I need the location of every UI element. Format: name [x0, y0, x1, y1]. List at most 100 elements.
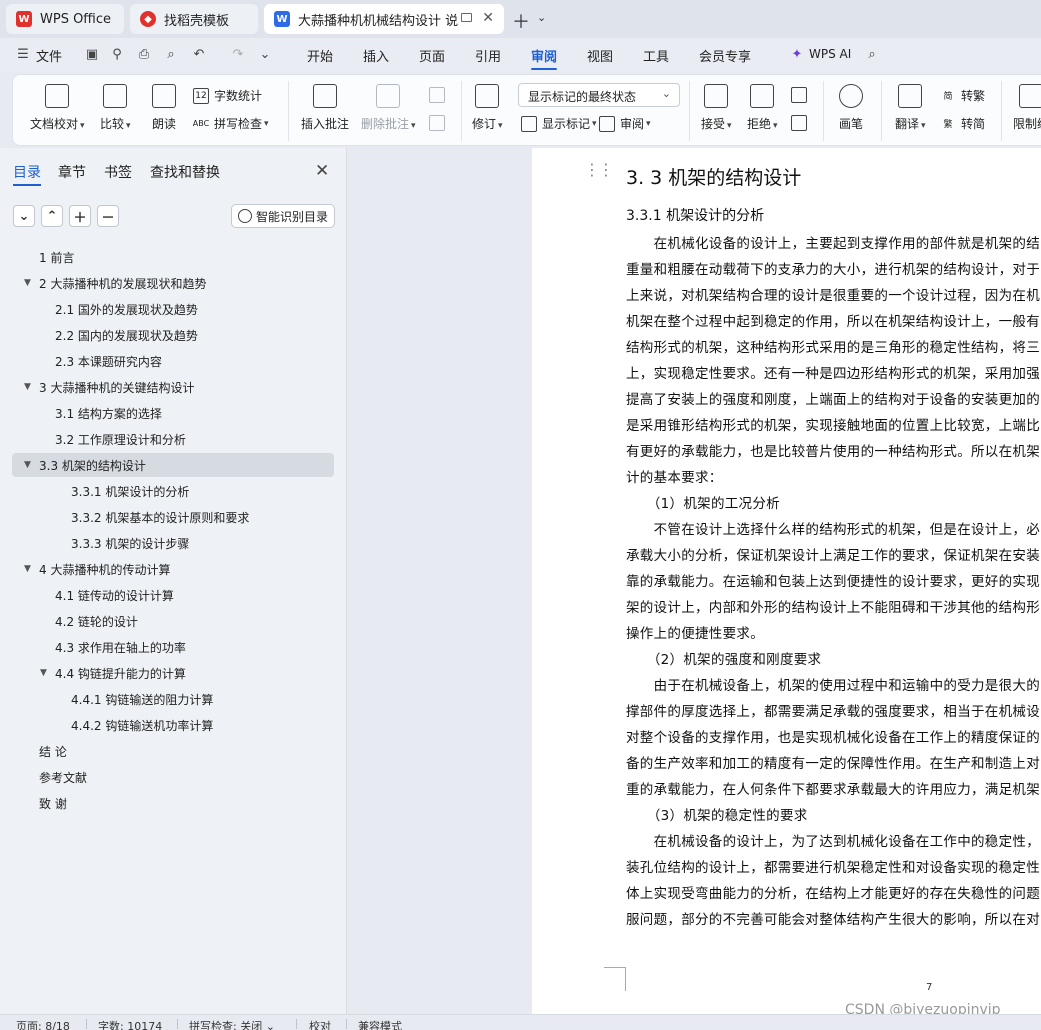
paragraph-line: 重的承载能力，在人何条件下都要求承载最大的许用应力，满足机架 — [626, 782, 1040, 798]
menu-insert[interactable]: 插入 — [363, 46, 389, 65]
nav-tab-find-replace[interactable]: 查找和替换 — [150, 162, 220, 182]
toc-item[interactable]: 4.2 链轮的设计 — [12, 609, 334, 633]
search-icon[interactable]: ⌕ — [864, 46, 880, 62]
review-pane-button[interactable]: 审阅 ▾ — [599, 115, 651, 132]
print-preview-icon[interactable]: ⌕ — [163, 46, 179, 62]
toc-item[interactable]: 3.1 结构方案的选择 — [12, 401, 334, 425]
toc-item[interactable]: 4.4.2 钩链输送机功率计算 — [12, 713, 334, 737]
close-pane-icon[interactable]: ✕ — [315, 161, 329, 181]
revise-button[interactable]: 修订 ▾ — [472, 84, 503, 132]
status-spell-check[interactable]: 拼写检查: 关闭 ⌄ — [189, 1018, 275, 1030]
toc-item[interactable]: 4.3 求作用在轴上的功率 — [12, 635, 334, 659]
markup-state-select[interactable]: 显示标记的最终状态 ⌄ — [518, 83, 680, 107]
paragraph-line: 提高了安装上的强度和刚度，上端面上的结构对于设备的安装更加的 — [626, 392, 1040, 408]
chevron-down-icon[interactable]: ⌄ — [257, 46, 273, 62]
remove-heading-button[interactable]: － — [97, 205, 119, 227]
toc-item[interactable]: ▼ 3 大蒜播种机的关键结构设计 — [12, 375, 334, 399]
toc-item[interactable]: 参考文献 — [12, 765, 334, 789]
menu-page[interactable]: 页面 — [419, 46, 445, 65]
expand-toggle-icon[interactable]: ▼ — [24, 564, 31, 574]
add-heading-button[interactable]: ＋ — [69, 205, 91, 227]
nav-tab-toc[interactable]: 目录 — [13, 162, 41, 182]
insert-comment-button[interactable]: 插入批注 — [301, 84, 349, 132]
accept-button[interactable]: 接受 ▾ — [701, 84, 732, 132]
menu-reference[interactable]: 引用 — [475, 46, 501, 65]
paragraph-line: （1）机架的工况分析 — [626, 496, 780, 512]
doc-check-button[interactable]: 文档校对 ▾ — [30, 84, 85, 132]
menu-file[interactable]: 文件 — [36, 46, 62, 65]
paragraph-line: 上来说，对机架结构合理的设计是很重要的一个设计过程，因为在机 — [626, 288, 1040, 304]
collapse-down-button[interactable]: ⌄ — [13, 205, 35, 227]
next-change-button[interactable] — [791, 115, 812, 131]
expand-toggle-icon[interactable]: ▼ — [24, 460, 31, 470]
paragraph-line: 结构形式的机架，这种结构形式采用的是三角形的稳定性结构，将三 — [626, 340, 1040, 356]
status-word-count[interactable]: 字数: 10174 — [98, 1018, 162, 1030]
menu-view[interactable]: 视图 — [587, 46, 613, 65]
toc-item[interactable]: 3.2 工作原理设计和分析 — [12, 427, 334, 451]
toc-item[interactable]: 1 前言 — [12, 245, 334, 269]
nav-tab-bookmarks[interactable]: 书签 — [104, 162, 132, 182]
toc-item[interactable]: 2.1 国外的发展现状及趋势 — [12, 297, 334, 321]
toc-item[interactable]: 2.3 本课题研究内容 — [12, 349, 334, 373]
paragraph-line: 对整个设备的支撑作用，也是实现机械化设备在工作上的精度保证的 — [626, 730, 1040, 746]
undo-icon[interactable]: ↶ — [191, 46, 207, 62]
print-icon[interactable]: ⎙ — [136, 46, 152, 62]
ink-button[interactable]: 画笔 — [839, 84, 863, 132]
word-count-button[interactable]: 12 字数统计 — [193, 87, 262, 104]
toc-item[interactable]: 3.3.2 机架基本的设计原则和要求 — [12, 505, 334, 529]
toc-item[interactable]: ▼ 3.3 机架的结构设计 — [12, 453, 334, 477]
comment-delete-icon — [376, 84, 401, 108]
expand-toggle-icon[interactable]: ▼ — [40, 668, 47, 678]
menu-member[interactable]: 会员专享 — [699, 46, 751, 65]
toc-item[interactable]: 3.3.1 机架设计的分析 — [12, 479, 334, 503]
toc-item-label: 2.3 本课题研究内容 — [55, 354, 162, 369]
window-icon[interactable] — [461, 13, 472, 22]
smart-toc-button[interactable]: 智能识别目录 — [231, 204, 335, 228]
link-icon[interactable]: ⚲ — [109, 46, 125, 62]
toc-item[interactable]: 结 论 — [12, 739, 334, 763]
to-traditional-button[interactable]: 简 转繁 — [940, 87, 985, 104]
save-icon[interactable]: ▣ — [84, 46, 100, 62]
tab-document[interactable]: W 大蒜播种机机械结构设计 说明 ✕ — [264, 4, 504, 34]
drag-handle-icon[interactable]: ⋮⋮ — [584, 162, 614, 178]
chevron-down-icon[interactable]: ⌄ — [537, 11, 546, 24]
tab-docer[interactable]: ◆ 找稻壳模板 — [130, 4, 258, 34]
read-aloud-button[interactable]: 朗读 — [152, 84, 176, 132]
to-simplified-button[interactable]: 繁 转简 — [940, 115, 985, 132]
expand-up-button[interactable]: ⌃ — [41, 205, 63, 227]
previous-comment-button[interactable] — [429, 87, 450, 103]
restrict-editing-button[interactable]: 限制编 — [1013, 84, 1041, 132]
show-markup-button[interactable]: 显示标记 ▾ — [521, 115, 597, 132]
ribbon-divider — [288, 81, 289, 141]
expand-toggle-icon[interactable]: ▼ — [24, 382, 31, 392]
status-proof[interactable]: 校对 — [309, 1018, 331, 1030]
next-comment-button[interactable] — [429, 115, 450, 131]
toc-item[interactable]: 2.2 国内的发展现状及趋势 — [12, 323, 334, 347]
toc-item[interactable]: 4.4.1 钩链输送的阻力计算 — [12, 687, 334, 711]
toc-item[interactable]: ▼ 4.4 钩链提升能力的计算 — [12, 661, 334, 685]
previous-change-button[interactable] — [791, 87, 812, 103]
compare-button[interactable]: 比较 ▾ — [100, 84, 131, 132]
toc-item[interactable]: ▼ 2 大蒜播种机的发展现状和趋势 — [12, 271, 334, 295]
new-tab-icon[interactable]: ＋ — [512, 8, 530, 34]
hamburger-icon[interactable]: ☰ — [15, 46, 31, 62]
delete-comment-button[interactable]: 删除批注 ▾ — [361, 84, 416, 132]
status-page[interactable]: 页面: 8/18 — [16, 1018, 70, 1030]
translate-button[interactable]: 翻译 ▾ — [895, 84, 926, 132]
menu-tools[interactable]: 工具 — [643, 46, 669, 65]
toc-item[interactable]: 致 谢 — [12, 791, 334, 815]
toc-item[interactable]: 3.3.3 机架的设计步骤 — [12, 531, 334, 555]
close-tab-icon[interactable]: ✕ — [482, 10, 494, 26]
menu-wps-ai[interactable]: WPS AI — [809, 47, 851, 61]
menu-start[interactable]: 开始 — [307, 46, 333, 65]
reject-button[interactable]: 拒绝 ▾ — [747, 84, 778, 132]
expand-toggle-icon[interactable]: ▼ — [24, 278, 31, 288]
tab-wps-office[interactable]: W WPS Office — [6, 4, 124, 34]
redo-icon[interactable]: ↷ — [230, 46, 246, 62]
spell-check-button[interactable]: ABC 拼写检查 ▾ — [193, 115, 269, 132]
word-count-icon: 12 — [193, 87, 209, 104]
menu-review[interactable]: 审阅 — [531, 46, 557, 65]
toc-item[interactable]: 4.1 链传动的设计计算 — [12, 583, 334, 607]
nav-tab-sections[interactable]: 章节 — [58, 162, 86, 182]
toc-item[interactable]: ▼ 4 大蒜播种机的传动计算 — [12, 557, 334, 581]
